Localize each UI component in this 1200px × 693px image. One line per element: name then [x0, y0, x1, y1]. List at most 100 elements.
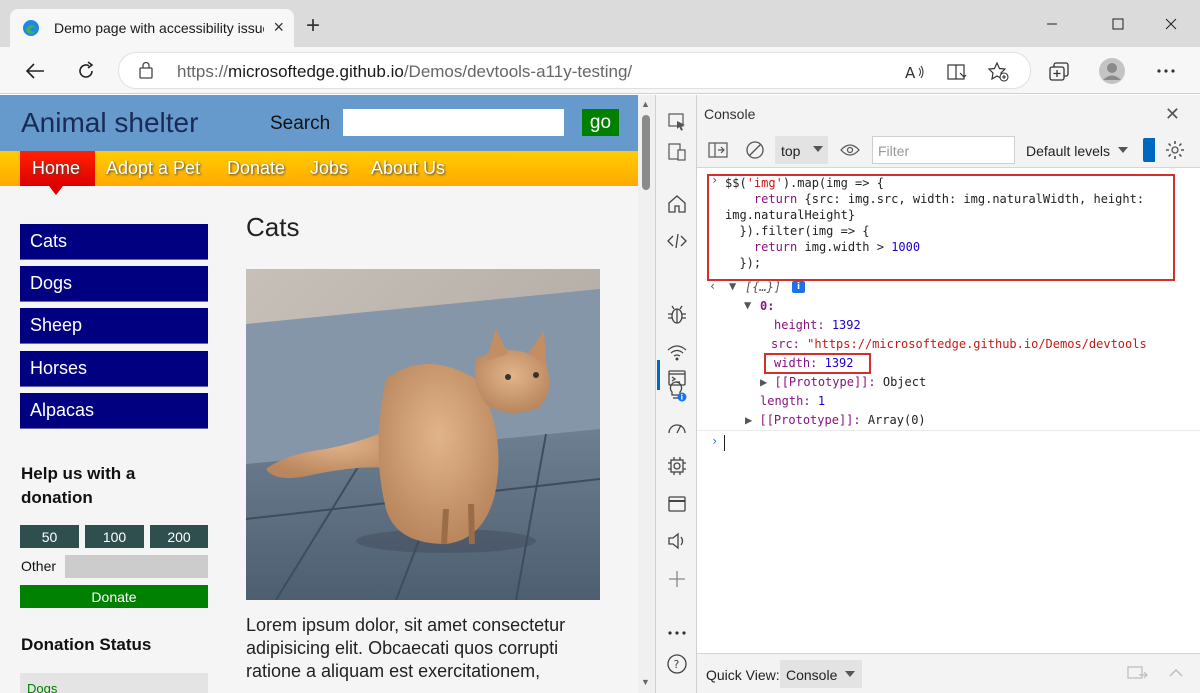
back-button[interactable] — [20, 56, 50, 86]
prop-key: [[Prototype]]: — [774, 375, 876, 389]
maximize-icon — [1112, 18, 1124, 30]
nav-about[interactable]: About Us — [371, 158, 445, 179]
prop-key: src: — [771, 337, 800, 351]
immersive-reader-icon[interactable] — [945, 61, 969, 83]
scroll-up-icon[interactable]: ▲ — [641, 99, 650, 109]
quick-view-value: Console — [786, 667, 838, 683]
inspect-element-icon[interactable] — [665, 110, 689, 134]
sidebar-item-dogs[interactable]: Dogs — [20, 266, 208, 302]
more-tools-plus-icon[interactable] — [665, 567, 689, 591]
settings-menu-button[interactable] — [1151, 56, 1181, 86]
console-input-caret[interactable] — [724, 435, 725, 451]
refresh-button[interactable] — [71, 56, 101, 86]
site-header: Animal shelter Search go — [0, 95, 638, 151]
svg-text:i: i — [681, 394, 683, 402]
code-token: 'img' — [746, 176, 783, 190]
more-dots-icon[interactable] — [665, 621, 689, 645]
browser-tab[interactable]: Demo page with accessibility issues × — [10, 9, 294, 47]
nav-home-arrow — [49, 186, 63, 195]
close-panel-icon[interactable]: ✕ — [1165, 104, 1180, 125]
expand-triangle-icon[interactable]: ▶ — [745, 413, 752, 427]
issues-lightbulb-icon[interactable]: i — [665, 379, 689, 403]
expand-triangle-icon[interactable]: ▶ — [760, 375, 767, 389]
status-item: Dogs — [27, 681, 58, 693]
sidebar-item-horses[interactable]: Horses — [20, 351, 208, 387]
elements-icon[interactable] — [665, 229, 689, 253]
network-wifi-icon[interactable] — [665, 341, 689, 365]
collections-button[interactable] — [1044, 56, 1074, 86]
sound-speaker-icon[interactable] — [665, 529, 689, 553]
code-token: $$( — [725, 176, 747, 190]
add-favorite-icon[interactable] — [987, 61, 1011, 83]
console-settings-gear-icon[interactable] — [1164, 139, 1186, 161]
performance-icon[interactable] — [665, 417, 689, 441]
help-icon[interactable]: ? — [665, 652, 689, 676]
other-amount-input[interactable] — [65, 555, 208, 578]
amount-100-button[interactable]: 100 — [85, 525, 144, 548]
prototype-object-row[interactable]: ▶ [[Prototype]]: Object — [760, 374, 926, 390]
dock-icon[interactable] — [1127, 666, 1149, 682]
code-token: return — [753, 192, 798, 206]
read-aloud-icon[interactable]: A — [903, 61, 927, 83]
scroll-down-icon[interactable]: ▼ — [641, 677, 650, 687]
prop-key: length: — [760, 394, 811, 408]
page-scrollbar[interactable]: ▲ ▼ — [638, 95, 655, 693]
sidebar-item-alpacas[interactable]: Alpacas — [20, 393, 208, 429]
tab-close-icon[interactable]: × — [273, 17, 284, 38]
nav-donate[interactable]: Donate — [227, 158, 285, 179]
code-token: }); — [739, 256, 762, 270]
prop-value: Array(0) — [867, 413, 926, 427]
context-select[interactable]: top — [775, 136, 828, 164]
application-window-icon[interactable] — [665, 492, 689, 516]
nav-adopt[interactable]: Adopt a Pet — [106, 158, 200, 179]
welcome-home-icon[interactable] — [665, 192, 689, 216]
quick-view-select[interactable]: Console — [780, 660, 862, 688]
prototype-array-row[interactable]: ▶ [[Prototype]]: Array(0) — [745, 412, 926, 428]
info-icon[interactable]: i — [792, 281, 805, 293]
amount-50-button[interactable]: 50 — [20, 525, 79, 548]
memory-chip-icon[interactable] — [665, 454, 689, 478]
sources-bug-icon[interactable] — [665, 303, 689, 327]
donate-button[interactable]: Donate — [20, 585, 208, 608]
live-expression-eye-icon[interactable] — [839, 139, 861, 161]
code-line-6: }); — [725, 255, 761, 271]
site-nav: Home Adopt a Pet Donate Jobs About Us — [0, 151, 638, 195]
chevron-up-icon[interactable] — [1169, 668, 1183, 678]
code-token: 1000 — [891, 240, 921, 254]
url-field[interactable]: https://microsoftedge.github.io/Demos/de… — [118, 52, 1031, 89]
sidebar-item-sheep[interactable]: Sheep — [20, 308, 208, 344]
minimize-button[interactable] — [1032, 10, 1072, 38]
lock-icon[interactable] — [139, 61, 153, 79]
prop-value: Object — [882, 375, 927, 389]
avatar — [1099, 58, 1125, 84]
device-emulation-icon[interactable] — [665, 140, 689, 164]
close-window-button[interactable] — [1151, 10, 1191, 38]
new-tab-button[interactable]: + — [300, 12, 326, 40]
nav-home[interactable]: Home — [32, 158, 80, 179]
clear-console-icon[interactable] — [744, 139, 766, 161]
nav-jobs[interactable]: Jobs — [310, 158, 348, 179]
search-label: Search — [270, 113, 331, 134]
quick-view-bar: Quick View: Console — [697, 653, 1200, 693]
go-button[interactable]: go — [582, 109, 619, 136]
result-summary[interactable]: [{…}] — [745, 279, 781, 295]
search-input[interactable] — [343, 109, 564, 136]
profile-button[interactable] — [1097, 56, 1127, 86]
filter-input[interactable]: Filter — [872, 136, 1015, 164]
maximize-button[interactable] — [1098, 10, 1138, 38]
expand-triangle-icon[interactable]: ▼ — [744, 297, 751, 313]
devtools-panel: Console ✕ top Filter Default levels › $$… — [697, 95, 1200, 693]
width-row: width: 1392 — [774, 355, 854, 371]
issues-badge[interactable] — [1143, 138, 1155, 162]
input-prompt-icon: › — [711, 173, 719, 187]
devtools-activity-bar: i ? — [655, 95, 697, 693]
sidebar-item-cats[interactable]: Cats — [20, 224, 208, 260]
code-line-3: img.naturalHeight} — [725, 208, 856, 222]
amount-200-button[interactable]: 200 — [150, 525, 208, 548]
scroll-thumb[interactable] — [642, 115, 650, 190]
quick-view-label: Quick View: — [706, 667, 780, 683]
expand-triangle-icon[interactable]: ▼ — [729, 278, 736, 294]
sidebar-toggle-icon[interactable] — [707, 139, 729, 161]
log-levels-select[interactable]: Default levels — [1026, 143, 1110, 159]
console-output[interactable]: › $$('img').map(img => { return {src: im… — [697, 169, 1200, 653]
